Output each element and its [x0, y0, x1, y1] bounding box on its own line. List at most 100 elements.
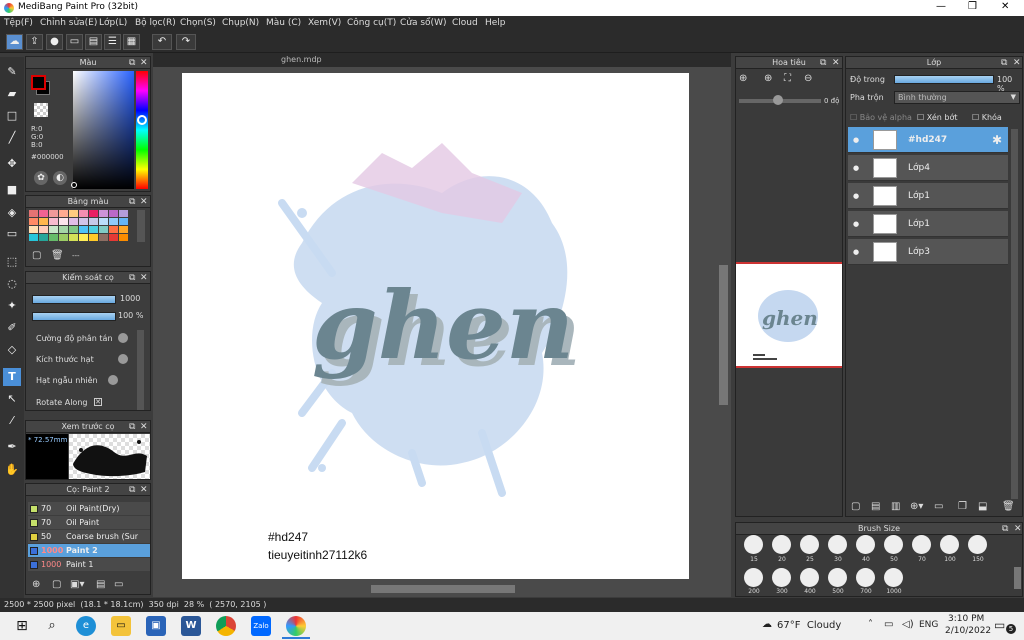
- palette-swatch[interactable]: [29, 218, 38, 225]
- store-icon[interactable]: ▣: [146, 616, 166, 636]
- layer-row[interactable]: ● Lớp3: [848, 239, 1008, 265]
- dropper-tool-icon[interactable]: ⁄: [3, 412, 21, 430]
- palette-swatch[interactable]: [89, 210, 98, 217]
- palette-swatch[interactable]: [99, 234, 108, 241]
- palette-swatch[interactable]: [109, 218, 118, 225]
- panel-close-icon[interactable]: ✕: [140, 421, 148, 433]
- layer-scrollbar[interactable]: [1011, 129, 1018, 499]
- clock-time[interactable]: 3:10 PM: [948, 614, 984, 624]
- page-icon[interactable]: ▤: [85, 34, 102, 50]
- brush-item[interactable]: 1000 Paint 1: [28, 558, 150, 571]
- clock-date[interactable]: 2/10/2022: [945, 626, 991, 636]
- palette-swatch[interactable]: [119, 234, 128, 241]
- clipping-checkbox[interactable]: ☐ Xén bớt: [917, 113, 957, 122]
- brush-size-slider[interactable]: [32, 295, 116, 304]
- menu-window[interactable]: Cửa sổ(W): [400, 18, 446, 28]
- brush-size-preset[interactable]: [884, 535, 903, 554]
- palette-swatch[interactable]: [59, 234, 68, 241]
- comment-icon[interactable]: ▭: [66, 34, 83, 50]
- palette-swatch[interactable]: [29, 226, 38, 233]
- saturation-value-picker[interactable]: [73, 71, 134, 189]
- menu-help[interactable]: Help: [485, 18, 506, 28]
- add-brush-icon[interactable]: ⊕: [32, 579, 40, 590]
- brush-item[interactable]: 50 Coarse brush (Sur: [28, 530, 150, 543]
- gradient-tool-icon[interactable]: ▭: [3, 225, 21, 243]
- edge-browser-icon[interactable]: e: [76, 616, 96, 636]
- panel-close-icon[interactable]: ✕: [140, 196, 148, 208]
- foreground-color-swatch[interactable]: [31, 75, 46, 90]
- brush-item-selected[interactable]: 1000Paint 2✱: [28, 544, 150, 557]
- add-layer-menu-icon[interactable]: ⊕▾: [910, 501, 923, 512]
- visibility-icon[interactable]: ●: [853, 183, 859, 209]
- rotate-along-checkbox[interactable]: ✕: [94, 398, 102, 406]
- zoom-in-icon[interactable]: ⊕: [739, 73, 747, 84]
- brush-size-scrollbar[interactable]: [1014, 567, 1021, 589]
- bucket-tool-icon[interactable]: ◈: [3, 204, 21, 222]
- duplicate-layer-icon[interactable]: ❐: [958, 501, 967, 512]
- palette-swatch[interactable]: [59, 226, 68, 233]
- palette-swatch[interactable]: [69, 218, 78, 225]
- popout-icon[interactable]: ⧉: [820, 57, 826, 69]
- brush-control-scrollbar[interactable]: [137, 330, 144, 410]
- minimize-button[interactable]: —: [936, 1, 946, 12]
- magic-wand-icon[interactable]: ✦: [3, 297, 21, 315]
- palette-swatch[interactable]: [79, 226, 88, 233]
- menu-layer[interactable]: Lớp(L): [99, 18, 127, 28]
- hand-tool-icon[interactable]: ✋: [3, 461, 21, 479]
- volume-icon[interactable]: ◁): [902, 619, 914, 630]
- visibility-icon[interactable]: ●: [853, 211, 859, 237]
- palette-swatch[interactable]: [99, 210, 108, 217]
- transparent-swatch[interactable]: [34, 103, 48, 117]
- brush-size-preset[interactable]: [800, 568, 819, 587]
- brush-tool-icon[interactable]: ✎: [3, 63, 21, 81]
- menu-tools[interactable]: Công cụ(T): [347, 18, 396, 28]
- rect-tool-icon[interactable]: □: [3, 107, 21, 125]
- layer-row[interactable]: ● Lớp1: [848, 211, 1008, 237]
- menu-select[interactable]: Chọn(S): [180, 18, 216, 28]
- lasso-tool-icon[interactable]: ◌: [3, 275, 21, 293]
- popout-icon[interactable]: ⧉: [1002, 523, 1008, 535]
- palette-swatch[interactable]: [69, 234, 78, 241]
- brush-size-preset[interactable]: [940, 535, 959, 554]
- palette-swatch[interactable]: [49, 226, 58, 233]
- brush-size-preset[interactable]: [884, 568, 903, 587]
- windows-start-icon[interactable]: ⊞: [12, 616, 32, 636]
- popout-icon[interactable]: ⧉: [129, 196, 135, 208]
- popout-icon[interactable]: ⧉: [129, 421, 135, 433]
- palette-swatch[interactable]: [39, 226, 48, 233]
- palette-swatch[interactable]: [29, 210, 38, 217]
- palette-swatch[interactable]: [39, 218, 48, 225]
- palette-swatch[interactable]: [69, 210, 78, 217]
- palette-swatch[interactable]: [39, 210, 48, 217]
- horizontal-scrollbar-thumb[interactable]: [371, 585, 515, 593]
- palette-swatch[interactable]: [59, 210, 68, 217]
- file-explorer-icon[interactable]: ▭: [111, 616, 131, 636]
- palette-swatch[interactable]: [29, 234, 38, 241]
- grid-icon[interactable]: ▦: [123, 34, 140, 50]
- canvas[interactable]: ghen ghen #hd247 tieuyeitinh27112k6: [182, 73, 689, 579]
- brush-size-preset[interactable]: [912, 535, 931, 554]
- notification-icon[interactable]: ▭: [994, 618, 1005, 632]
- operation-tool-icon[interactable]: ↖: [3, 390, 21, 408]
- palette-swatch[interactable]: [89, 218, 98, 225]
- popout-icon[interactable]: ⧉: [1001, 57, 1007, 69]
- pen-tool-icon[interactable]: ✒: [3, 438, 21, 456]
- menu-color[interactable]: Màu (C): [266, 18, 301, 28]
- panel-close-icon[interactable]: ✕: [1013, 57, 1021, 69]
- palette-swatch[interactable]: [59, 218, 68, 225]
- chrome-icon[interactable]: [216, 616, 236, 636]
- popout-icon[interactable]: ⧉: [129, 484, 135, 496]
- undo-icon[interactable]: ↶: [152, 34, 172, 50]
- chat-icon[interactable]: ●: [46, 34, 63, 50]
- palette-swatch[interactable]: [89, 234, 98, 241]
- panel-close-icon[interactable]: ✕: [140, 272, 148, 284]
- select-tool-icon[interactable]: ⬚: [3, 253, 21, 271]
- panel-close-icon[interactable]: ✕: [140, 484, 148, 496]
- network-icon[interactable]: ▭: [884, 619, 893, 630]
- new-8bit-layer-icon[interactable]: ▥: [891, 501, 900, 512]
- brush-size-preset[interactable]: [828, 568, 847, 587]
- palette-swatch[interactable]: [109, 234, 118, 241]
- hue-slider[interactable]: [136, 71, 148, 189]
- brush-size-value[interactable]: 1000: [120, 294, 140, 303]
- medibang-taskbar-icon[interactable]: [286, 616, 306, 636]
